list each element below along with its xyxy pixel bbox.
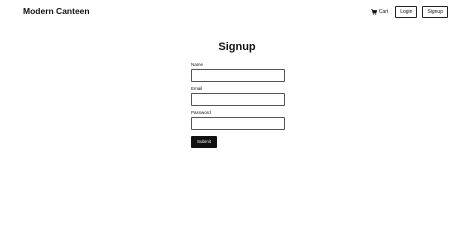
brand-logo[interactable]: Modern Canteen [23, 5, 90, 17]
email-label: Email [191, 86, 203, 91]
email-field-group: Email [191, 86, 285, 106]
password-field-group: Password [191, 110, 285, 130]
cart-label: Cart [378, 9, 389, 15]
cart-icon [370, 9, 377, 15]
page: Modern Canteen Cart Login Signup Signup … [0, 0, 474, 200]
password-input[interactable] [191, 117, 285, 130]
signup-button[interactable]: Signup [422, 6, 448, 18]
password-label: Password [191, 110, 211, 115]
signup-form: Name Email Password Submit [191, 62, 285, 148]
name-label: Name [191, 62, 204, 67]
name-field-group: Name [191, 62, 285, 82]
navbar: Modern Canteen Cart Login Signup [0, 0, 474, 24]
page-title: Signup [218, 41, 256, 53]
cart-link[interactable]: Cart [370, 8, 389, 16]
login-button[interactable]: Login [395, 6, 418, 18]
name-input[interactable] [191, 69, 285, 82]
email-input[interactable] [191, 93, 285, 106]
submit-button[interactable]: Submit [191, 136, 217, 148]
nav-actions: Cart Login Signup [370, 6, 448, 18]
